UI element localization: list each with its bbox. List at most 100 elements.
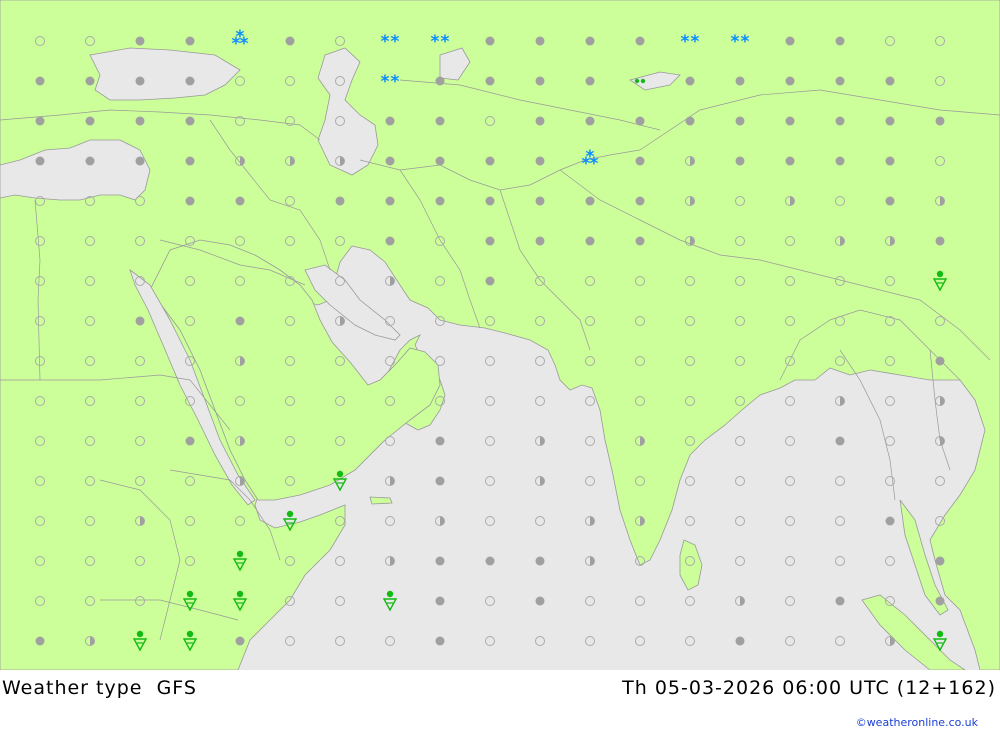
- grid-cell-symbol: [835, 436, 845, 446]
- grid-cell-symbol: [585, 196, 595, 206]
- grid-cell-symbol: [485, 276, 495, 286]
- svg-text:*: *: [381, 72, 390, 92]
- grid-cell-symbol: [635, 116, 645, 126]
- grid-cell-symbol: [385, 116, 395, 126]
- grid-cell-symbol: [885, 156, 895, 166]
- grid-cell-symbol: [435, 196, 445, 206]
- grid-cell-symbol: [735, 76, 745, 86]
- grid-cell-symbol: [735, 636, 745, 646]
- grid-cell-symbol: [685, 76, 695, 86]
- model-label: GFS: [156, 677, 197, 699]
- grid-cell-symbol: [585, 236, 595, 246]
- grid-cell-symbol: [435, 476, 445, 486]
- grid-cell-symbol: [385, 236, 395, 246]
- grid-cell-symbol: [85, 116, 95, 126]
- grid-cell-symbol: [585, 36, 595, 46]
- grid-cell-symbol: [385, 196, 395, 206]
- grid-cell-symbol: [185, 156, 195, 166]
- grid-cell-symbol: [585, 116, 595, 126]
- grid-cell-symbol: [785, 116, 795, 126]
- grid-cell-symbol: [885, 516, 895, 526]
- svg-text:*: *: [731, 32, 740, 52]
- svg-text:*: *: [681, 32, 690, 52]
- grid-cell-symbol: [685, 116, 695, 126]
- grid-cell-symbol: [835, 76, 845, 86]
- grid-cell-symbol: [85, 156, 95, 166]
- grid-cell-symbol: [785, 36, 795, 46]
- grid-cell-symbol: [185, 76, 195, 86]
- grid-cell-symbol: [835, 116, 845, 126]
- grid-cell-symbol: [35, 116, 45, 126]
- grid-cell-symbol: [535, 596, 545, 606]
- grid-cell-symbol: [535, 116, 545, 126]
- grid-cell-symbol: [185, 436, 195, 446]
- grid-cell-symbol: [285, 36, 295, 46]
- grid-cell-symbol: [235, 636, 245, 646]
- grid-cell-symbol: [35, 156, 45, 166]
- grid-cell-symbol: [435, 116, 445, 126]
- grid-cell-symbol: [335, 196, 345, 206]
- grid-cell-symbol: [535, 76, 545, 86]
- socotra: [369, 496, 393, 505]
- grid-cell-symbol: [835, 596, 845, 606]
- grid-cell-symbol: [135, 116, 145, 126]
- svg-text:*: *: [441, 32, 450, 52]
- grid-cell-symbol: [485, 156, 495, 166]
- snow-icon: * *: [731, 32, 750, 52]
- grid-cell-symbol: [535, 236, 545, 246]
- snow-icon: * *: [381, 72, 400, 92]
- grid-cell-symbol: [735, 156, 745, 166]
- grid-cell-symbol: [435, 156, 445, 166]
- grid-cell-symbol: [235, 316, 245, 326]
- grid-cell-symbol: [35, 76, 45, 86]
- grid-cell-symbol: [635, 36, 645, 46]
- snow-icon: * *: [431, 32, 450, 52]
- grid-cell-symbol: [485, 76, 495, 86]
- grid-cell-symbol: [85, 76, 95, 86]
- grid-cell-symbol: [635, 196, 645, 206]
- grid-cell-symbol: [935, 596, 945, 606]
- grid-cell-symbol: [435, 436, 445, 446]
- grid-cell-symbol: [935, 356, 945, 366]
- grid-cell-symbol: [435, 596, 445, 606]
- credit-link[interactable]: ©weatheronline.co.uk: [856, 716, 978, 729]
- svg-text:*: *: [381, 32, 390, 52]
- grid-cell-symbol: [635, 156, 645, 166]
- grid-cell-symbol: [585, 76, 595, 86]
- grid-cell-symbol: [485, 556, 495, 566]
- grid-cell-symbol: [835, 36, 845, 46]
- grid-cell-symbol: [635, 236, 645, 246]
- grid-cell-symbol: [835, 156, 845, 166]
- grid-cell-symbol: [185, 116, 195, 126]
- grid-cell-symbol: [885, 116, 895, 126]
- svg-text:*: *: [236, 27, 245, 47]
- svg-text:*: *: [431, 32, 440, 52]
- svg-text:*: *: [391, 72, 400, 92]
- grid-cell-symbol: [135, 76, 145, 86]
- grid-cell-symbol: [735, 116, 745, 126]
- grid-cell-symbol: [935, 236, 945, 246]
- grid-cell-symbol: [485, 236, 495, 246]
- grid-cell-symbol: [435, 76, 445, 86]
- grid-cell-symbol: [135, 316, 145, 326]
- svg-text:*: *: [691, 32, 700, 52]
- grid-cell-symbol: [535, 36, 545, 46]
- weather-map: * ** * * * * * * * ** ** **: [0, 0, 1000, 670]
- grid-cell-symbol: [435, 636, 445, 646]
- grid-cell-symbol: [935, 556, 945, 566]
- grid-cell-symbol: [185, 196, 195, 206]
- grid-cell-symbol: [535, 196, 545, 206]
- grid-cell-symbol: [235, 196, 245, 206]
- grid-cell-symbol: [785, 156, 795, 166]
- svg-text:*: *: [586, 147, 595, 167]
- grid-cell-symbol: [185, 36, 195, 46]
- product-title: Weather type GFS: [2, 677, 197, 699]
- svg-text:*: *: [741, 32, 750, 52]
- grid-cell-symbol: [935, 116, 945, 126]
- grid-cell-symbol: [785, 76, 795, 86]
- grid-cell-symbol: [35, 636, 45, 646]
- grid-cell-symbol: [885, 196, 895, 206]
- valid-time: Th 05-03-2026 06:00 UTC (12+162): [622, 677, 996, 699]
- snow-icon: * *: [681, 32, 700, 52]
- grid-cell-symbol: [135, 156, 145, 166]
